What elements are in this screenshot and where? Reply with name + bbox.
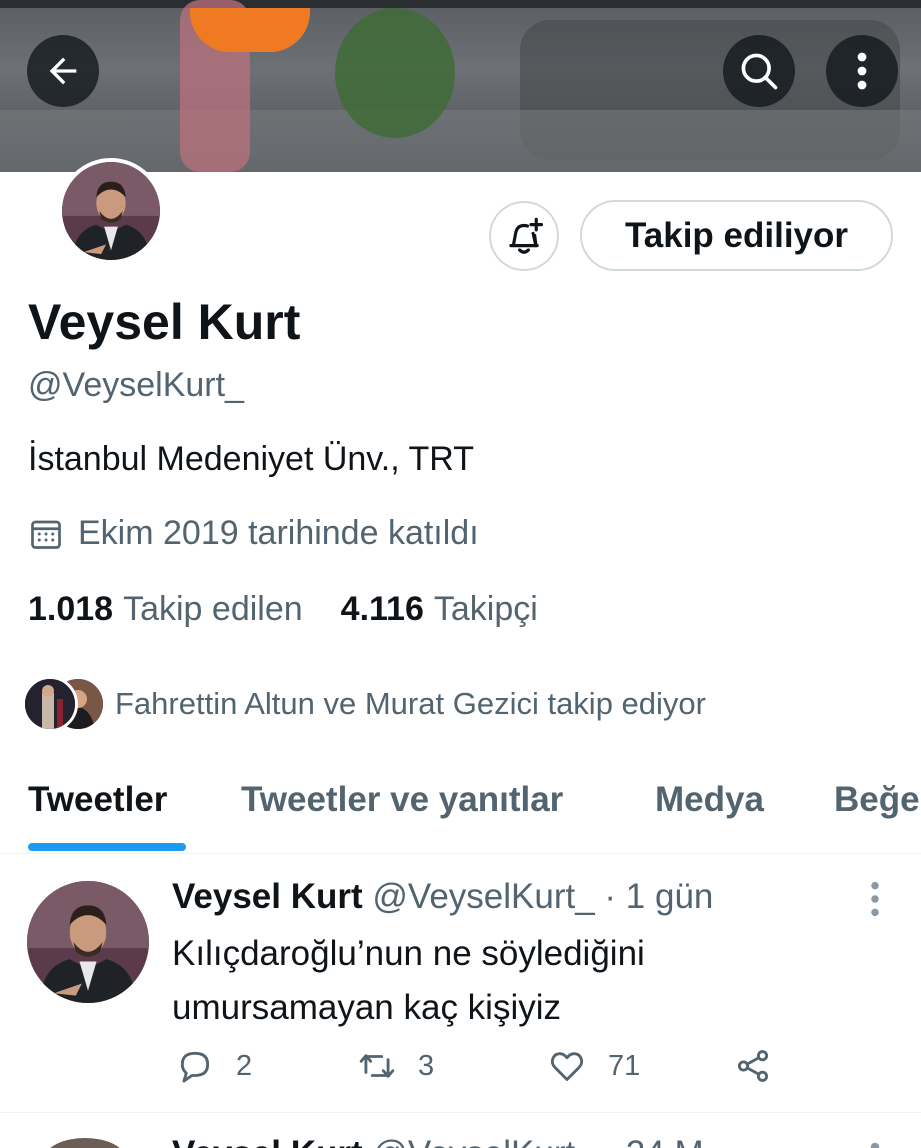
following-count: 1.018	[28, 590, 114, 628]
tweet-text: Kılıçdaroğlu’nun ne söylediğini umursama…	[172, 927, 852, 1035]
notification-button[interactable]	[489, 201, 559, 271]
profile-handle: @VeyselKurt_	[28, 366, 244, 404]
search-button[interactable]	[723, 35, 795, 107]
reply-count: 2	[236, 1049, 253, 1082]
followed-by-avatars	[22, 676, 106, 732]
more-options-button[interactable]	[826, 35, 898, 107]
back-button[interactable]	[27, 35, 99, 107]
more-vertical-icon	[857, 52, 867, 90]
search-icon	[741, 53, 778, 90]
profile-bio: İstanbul Medeniyet Ünv., TRT	[28, 440, 474, 478]
followed-by-row[interactable]: Fahrettin Altun ve Murat Gezici takip ed…	[22, 676, 706, 732]
following-button[interactable]: Takip ediliyor	[580, 200, 893, 271]
like-count: 71	[608, 1049, 641, 1082]
tweet-header: Veysel Kurt @VeyselKurt_ · 24 M	[172, 1134, 704, 1148]
avatar[interactable]	[27, 881, 149, 1003]
following-stat[interactable]: 1.018 Takip edilen	[28, 590, 303, 629]
retweet-button[interactable]: 3	[358, 1047, 434, 1085]
avatar	[22, 676, 78, 732]
share-button[interactable]	[734, 1047, 794, 1085]
joined-date: Ekim 2019 tarihinde katıldı	[28, 514, 479, 553]
more-vertical-icon[interactable]	[862, 879, 888, 919]
retweet-icon	[359, 1054, 395, 1078]
followers-count: 4.116	[340, 590, 424, 628]
tab-tweets-and-replies[interactable]: Tweetler ve yanıtlar	[241, 780, 563, 820]
follow-stats: 1.018 Takip edilen 4.116 Takipçi	[28, 590, 576, 629]
bell-plus-icon	[509, 217, 544, 254]
heart-icon	[550, 1052, 584, 1081]
followed-by-text: Fahrettin Altun ve Murat Gezici takip ed…	[115, 686, 706, 721]
tweet-actions: 2 3 71	[172, 1047, 792, 1091]
profile-tabs: Tweetler Tweetler ve yanıtlar Medya Beğe	[0, 770, 921, 854]
more-vertical-icon[interactable]	[868, 1140, 882, 1148]
arrow-left-icon	[49, 57, 77, 85]
like-button[interactable]: 71	[548, 1047, 640, 1085]
followers-stat[interactable]: 4.116 Takipçi	[341, 590, 538, 629]
following-label: Takip edilen	[123, 590, 303, 628]
tweet[interactable]: Veysel Kurt @VeyselKurt_ · 24 M	[0, 1114, 921, 1148]
tab-tweets[interactable]: Tweetler	[28, 780, 167, 820]
tweet-header: Veysel Kurt @VeyselKurt_ · 1 gün	[172, 877, 713, 917]
avatar[interactable]	[45, 1138, 125, 1148]
retweet-count: 3	[418, 1049, 435, 1082]
tweet-text-line: Kılıçdaroğlu’nun ne söylediğini	[172, 934, 645, 973]
tweet[interactable]: Veysel Kurt @VeyselKurt_ · 1 gün Kılıçda…	[0, 855, 921, 1113]
tab-likes[interactable]: Beğe	[834, 780, 920, 820]
person-avatar-image	[62, 162, 160, 260]
tweet-author-meta: @VeyselKurt_ · 24 M	[372, 1134, 703, 1148]
profile-name: Veysel Kurt	[28, 294, 301, 350]
tab-media[interactable]: Medya	[655, 780, 764, 820]
tweet-text-line: umursamayan kaç kişiyiz	[172, 988, 561, 1027]
profile-avatar[interactable]	[58, 158, 164, 264]
followers-label: Takipçi	[433, 590, 538, 628]
joined-text: Ekim 2019 tarihinde katıldı	[78, 514, 479, 552]
active-tab-indicator	[28, 843, 186, 851]
tweet-author-name[interactable]: Veysel Kurt	[172, 877, 363, 916]
share-icon	[737, 1050, 769, 1082]
reply-icon	[180, 1051, 210, 1083]
tweet-author-name[interactable]: Veysel Kurt	[172, 1134, 363, 1148]
calendar-icon	[31, 520, 61, 549]
reply-button[interactable]: 2	[176, 1047, 252, 1085]
tweet-author-meta: @VeyselKurt_ · 1 gün	[372, 877, 714, 916]
status-strip	[0, 0, 921, 8]
